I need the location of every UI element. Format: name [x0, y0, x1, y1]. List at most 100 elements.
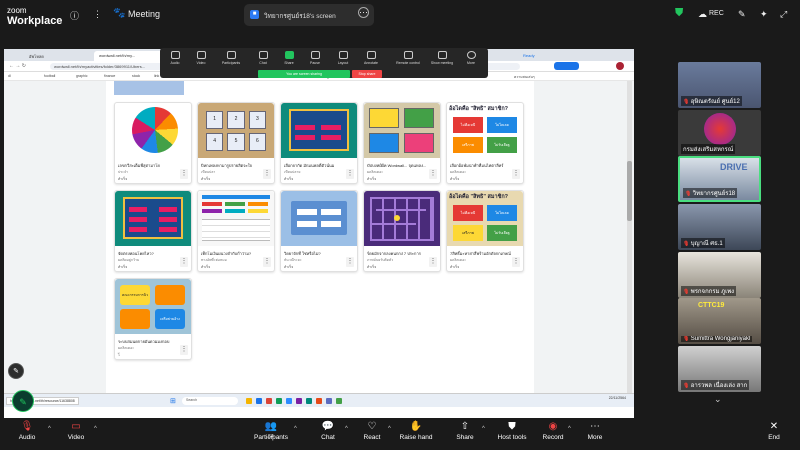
participant-tile[interactable]: CTTC19 🎙 Sumittra Wongjaniyakl: [678, 298, 761, 344]
card-menu-icon[interactable]: ⋮: [263, 257, 271, 267]
activity-card[interactable]: เลขกวีสะเต็มพี่สุด่ามาโย ประจำ สำเร็จ ⋮: [114, 102, 192, 184]
activity-card[interactable]: 1 2 3 4 5 6 บิหกเพลงหามารูปรายสิตจะใจ เข…: [197, 102, 275, 184]
annotate-pen-icon[interactable]: ✎: [8, 363, 24, 379]
activity-card[interactable]: เลือกจากัด มักมนพลดี่ตัวน์นม เขียนปลาย ส…: [280, 102, 358, 184]
participant-tile[interactable]: 🎙 พรกจกกรม ภูเพง: [678, 252, 761, 298]
scrollbar[interactable]: [627, 81, 632, 393]
card-menu-icon[interactable]: ⋮: [180, 169, 188, 179]
chevron-up-icon[interactable]: ^: [345, 426, 348, 432]
card-status: สำเร็จ: [201, 177, 211, 181]
ctrl-participants[interactable]: Participants: [220, 51, 242, 65]
nav-arrows-icon[interactable]: ← → ↻: [9, 63, 26, 69]
chevron-up-icon[interactable]: ^: [568, 426, 571, 432]
chevron-up-icon[interactable]: ^: [482, 426, 485, 432]
blue-header-block: [114, 81, 184, 95]
card-menu-icon[interactable]: ⋮: [429, 169, 437, 179]
video-button[interactable]: ▭ Video: [54, 421, 98, 441]
ctrl-share[interactable]: Share: [278, 51, 300, 65]
participant-tile[interactable]: 🎙 อุษิณตรัณย์ ศูนย์12: [678, 62, 761, 108]
chevron-up-icon[interactable]: ^: [48, 426, 51, 432]
share-button[interactable]: ⇧ Share: [443, 421, 487, 441]
taskbar-app-icon[interactable]: [266, 398, 272, 404]
card-menu-icon[interactable]: ⋮: [512, 257, 520, 267]
ctrl-chat[interactable]: Chat: [252, 51, 274, 65]
taskbar-app-icon[interactable]: [306, 398, 312, 404]
chevron-up-icon[interactable]: ^: [94, 426, 97, 432]
participants-button[interactable]: 👥54 Participants: [249, 421, 293, 441]
card-menu-icon[interactable]: ⋮: [180, 345, 188, 355]
bookmark-item[interactable]: dl: [8, 74, 11, 78]
info-icon[interactable]: ⓘ: [70, 9, 79, 22]
stop-share-button[interactable]: Stop share: [352, 70, 382, 78]
more-options-icon[interactable]: ⋯: [358, 7, 369, 18]
browser-tab[interactable]: Ready: [518, 51, 540, 61]
fullscreen-icon[interactable]: ⤢: [780, 9, 787, 20]
browser-tab[interactable]: อัพโหลด: [24, 51, 49, 61]
sharing-indicator[interactable]: ■ วิทยากรศูนย์ร18's screen: [244, 4, 374, 26]
participant-name-text: กรมส่งเสริมสหกรณ์: [683, 147, 734, 153]
taskbar-app-icon[interactable]: [316, 398, 322, 404]
participant-tile[interactable]: กรมส่งเสริมสหกรณ์: [678, 110, 761, 156]
taskbar-app-icon[interactable]: [286, 398, 292, 404]
bookmark-item[interactable]: football: [44, 74, 55, 78]
taskbar-app-icon[interactable]: [246, 398, 252, 404]
ctrl-annotate[interactable]: Annotate: [360, 51, 382, 65]
bookmark-item[interactable]: graphic: [76, 74, 87, 78]
end-button[interactable]: ✕ End: [752, 421, 796, 441]
bookmark-item[interactable]: link: [154, 74, 159, 78]
more-dots-icon[interactable]: ⋮: [93, 9, 102, 20]
chevron-up-icon[interactable]: ^: [294, 426, 297, 432]
shield-icon: ⛊: [508, 421, 516, 432]
avatar[interactable]: [616, 62, 624, 70]
participant-name-text: พรกจกกรม ภูเพง: [690, 289, 735, 295]
participant-tile-active-speaker[interactable]: DRIVE 🎙 วิทยากรศูนย์ร18: [678, 156, 761, 202]
taskbar-search[interactable]: Search: [182, 397, 238, 405]
activity-card[interactable]: เท็กโมเงินผนวงจำกับก่ำว่าม? ทางอัพที่ะต่…: [197, 190, 275, 272]
host-tools-button[interactable]: ⛊ Host tools: [490, 421, 534, 441]
ctrl-audio[interactable]: Audio: [164, 51, 186, 65]
card-menu-icon[interactable]: ⋮: [180, 257, 188, 267]
ctrl-layout[interactable]: Layout: [332, 51, 354, 65]
more-button[interactable]: ⋯ More: [573, 421, 617, 441]
participant-tile[interactable]: 🎙 บุญาณี ศธ.1: [678, 204, 761, 250]
rec-label[interactable]: REC: [709, 10, 724, 17]
card-menu-icon[interactable]: ⋮: [263, 169, 271, 179]
sparkle-icon[interactable]: ✦: [760, 9, 768, 20]
participant-tile[interactable]: 🎙 อารวพล เนื่องเล่ง สาก: [678, 346, 761, 392]
activity-card[interactable]: บัปบงทฝ์ฝ์ค Wordwall... จุดแหลง... ผลลิต…: [363, 102, 441, 184]
audio-button[interactable]: 🎙 Audio: [5, 421, 49, 441]
taskbar-app-icon[interactable]: [326, 398, 332, 404]
raise-hand-button[interactable]: ✋ Raise hand: [394, 421, 438, 441]
mic-muted-icon: 🎙: [683, 289, 691, 295]
taskbar-app-icon[interactable]: [256, 398, 262, 404]
card-menu-icon[interactable]: ⋮: [512, 169, 520, 179]
ctrl-more[interactable]: More: [460, 51, 482, 65]
activity-card[interactable]: คณะกรรมการนิวมาร์ค เครือข่ายอ้าง ระบบสมน…: [114, 278, 192, 360]
chat-button[interactable]: 💬 Chat: [306, 421, 350, 441]
profile-button[interactable]: [554, 62, 579, 70]
ctrl-show-meeting[interactable]: Show meeting: [428, 51, 456, 65]
taskbar-app-icon[interactable]: [276, 398, 282, 404]
bookmark-item[interactable]: finance: [104, 74, 115, 78]
windows-start-icon[interactable]: ⊞: [170, 397, 176, 405]
activity-card[interactable]: อ้อไดคือ "สิทธิ" สมาชิก? ไม่คือเหนี ไม่ไ…: [446, 102, 524, 184]
card-menu-icon[interactable]: ⋮: [346, 257, 354, 267]
taskbar-app-icon[interactable]: [296, 398, 302, 404]
whiteboard-pen-icon[interactable]: ✎: [12, 390, 34, 412]
activity-card[interactable]: วิดยาจักที่ ใช่หรือไม่? ห์นวณีระยะ สำเร็…: [280, 190, 358, 272]
gallery-scroll-down-icon[interactable]: ⌄: [714, 394, 722, 405]
ctrl-remote[interactable]: Remote control: [394, 51, 422, 65]
card-menu-icon[interactable]: ⋮: [429, 257, 437, 267]
activity-card[interactable]: ร์ดยมักจากลงคนกกง่ 7 ประการ ภาพมั่นยรับต…: [363, 190, 441, 272]
bookmark-item[interactable]: stock: [132, 74, 140, 78]
bookmark-item[interactable]: ความสนเล่นๆ: [514, 74, 535, 80]
ctrl-video[interactable]: Video: [190, 51, 212, 65]
chevron-up-icon[interactable]: ^: [388, 426, 391, 432]
activity-card[interactable]: จัดตรงทอนโคยไหว? ผลติดอยู่กว้าม สำเร็จ ⋮: [114, 190, 192, 272]
ctrl-pause[interactable]: Pause: [304, 51, 326, 65]
encryption-shield-icon[interactable]: ⛊: [675, 7, 683, 20]
pen-icon[interactable]: ✎: [738, 9, 746, 20]
taskbar-app-icon[interactable]: [336, 398, 342, 404]
card-menu-icon[interactable]: ⋮: [346, 169, 354, 179]
activity-card[interactable]: อ้อไดคือ "สิทธิ" สมาชิก? ไม่คือเหนี ไม่ไ…: [446, 190, 524, 272]
